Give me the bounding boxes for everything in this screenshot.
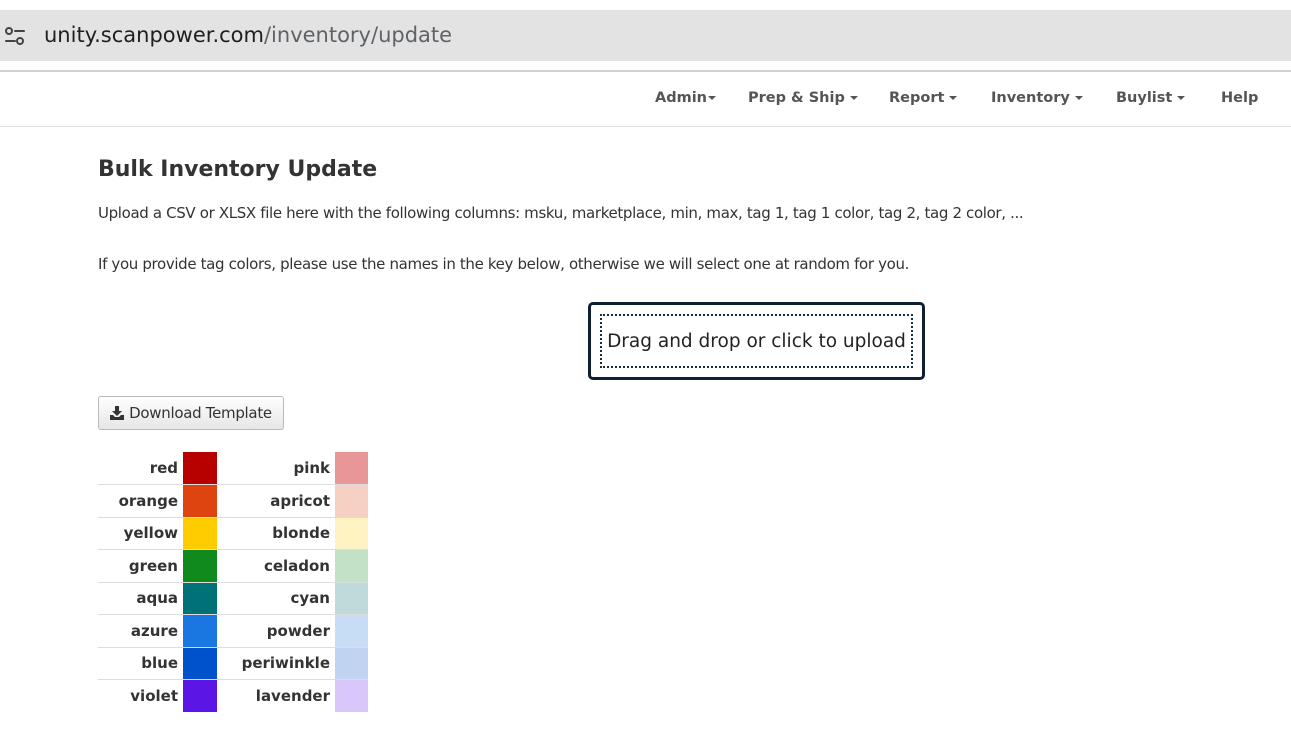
- url-path: /inventory/update: [263, 23, 453, 47]
- caret-down-icon: [849, 96, 858, 100]
- caret-down-icon: [1177, 96, 1186, 100]
- color-key-row: red pink: [98, 452, 368, 485]
- color-name: periwinkle: [217, 646, 335, 680]
- color-key-row: green celadon: [98, 549, 368, 582]
- nav-buylist[interactable]: Buylist: [1116, 90, 1186, 106]
- color-name: blue: [98, 646, 183, 680]
- url-host: unity.scanpower.com: [44, 23, 264, 47]
- color-name: green: [98, 549, 183, 582]
- color-swatch: [183, 679, 217, 712]
- color-name: orange: [98, 484, 183, 517]
- nav-inventory[interactable]: Inventory: [991, 90, 1083, 106]
- nav-help-label: Help: [1221, 90, 1259, 106]
- caret-down-icon: [708, 96, 717, 100]
- color-key-row: aqua cyan: [98, 581, 368, 615]
- dropzone-label: Drag and drop or click to upload: [607, 330, 906, 352]
- file-dropzone[interactable]: Drag and drop or click to upload: [588, 302, 925, 380]
- address-bar[interactable]: unity.scanpower.com/inventory/update: [0, 10, 1291, 61]
- nav-report[interactable]: Report: [889, 90, 958, 106]
- color-name: lavender: [217, 679, 335, 712]
- tag-color-key: red pink orange apricot yellow blonde green cel…: [98, 452, 368, 712]
- tune-icon[interactable]: [4, 25, 26, 47]
- download-template-button[interactable]: Download Template: [98, 396, 284, 430]
- color-swatch: [335, 549, 368, 582]
- color-name: yellow: [98, 516, 183, 550]
- color-key-row: orange apricot: [98, 484, 368, 517]
- color-swatch: [335, 679, 368, 712]
- color-name: cyan: [217, 581, 335, 615]
- download-icon: [110, 406, 125, 420]
- color-key-row: yellow blonde: [98, 516, 368, 550]
- url-text[interactable]: unity.scanpower.com/inventory/update: [44, 23, 452, 47]
- caret-down-icon: [949, 96, 958, 100]
- browser-top-strip: [0, 0, 1291, 3]
- nav-admin[interactable]: Admin: [655, 90, 717, 106]
- nav-buylist-label: Buylist: [1116, 90, 1173, 106]
- upload-instructions: Upload a CSV or XLSX file here with the …: [98, 204, 1024, 222]
- nav-report-label: Report: [889, 90, 945, 106]
- color-swatch: [335, 452, 368, 485]
- color-swatch: [183, 484, 217, 517]
- download-template-label: Download Template: [129, 404, 272, 422]
- nav-admin-label: Admin: [655, 90, 708, 106]
- site-navbar: Admin Prep & Ship Report Inventory Buyli…: [0, 72, 1291, 127]
- color-swatch: [335, 646, 368, 680]
- color-swatch: [183, 452, 217, 485]
- tag-color-note: If you provide tag colors, please use th…: [98, 255, 910, 273]
- color-key-row: azure powder: [98, 614, 368, 647]
- color-swatch: [183, 614, 217, 647]
- color-name: apricot: [217, 484, 335, 517]
- color-key-row: blue periwinkle: [98, 646, 368, 680]
- color-swatch: [335, 516, 368, 550]
- page-title: Bulk Inventory Update: [98, 157, 378, 182]
- color-swatch: [335, 484, 368, 517]
- nav-help[interactable]: Help: [1221, 90, 1258, 106]
- color-name: red: [149, 459, 178, 477]
- color-name: celadon: [217, 549, 335, 582]
- color-swatch: [183, 581, 217, 615]
- nav-inventory-label: Inventory: [991, 90, 1070, 106]
- dropzone-inner[interactable]: Drag and drop or click to upload: [600, 314, 913, 368]
- color-key-row: violet lavender: [98, 679, 368, 712]
- color-name: azure: [98, 614, 183, 647]
- color-swatch: [183, 516, 217, 550]
- color-swatch: [335, 581, 368, 615]
- nav-prep-ship-label: Prep & Ship: [748, 90, 845, 106]
- color-name: violet: [98, 679, 183, 712]
- color-name: pink: [293, 459, 330, 477]
- caret-down-icon: [1074, 96, 1083, 100]
- color-swatch: [335, 614, 368, 647]
- nav-prep-ship[interactable]: Prep & Ship: [748, 90, 858, 106]
- color-swatch: [183, 646, 217, 680]
- color-name: blonde: [217, 516, 335, 550]
- color-swatch: [183, 549, 217, 582]
- color-name: aqua: [98, 581, 183, 615]
- color-name: powder: [217, 614, 335, 647]
